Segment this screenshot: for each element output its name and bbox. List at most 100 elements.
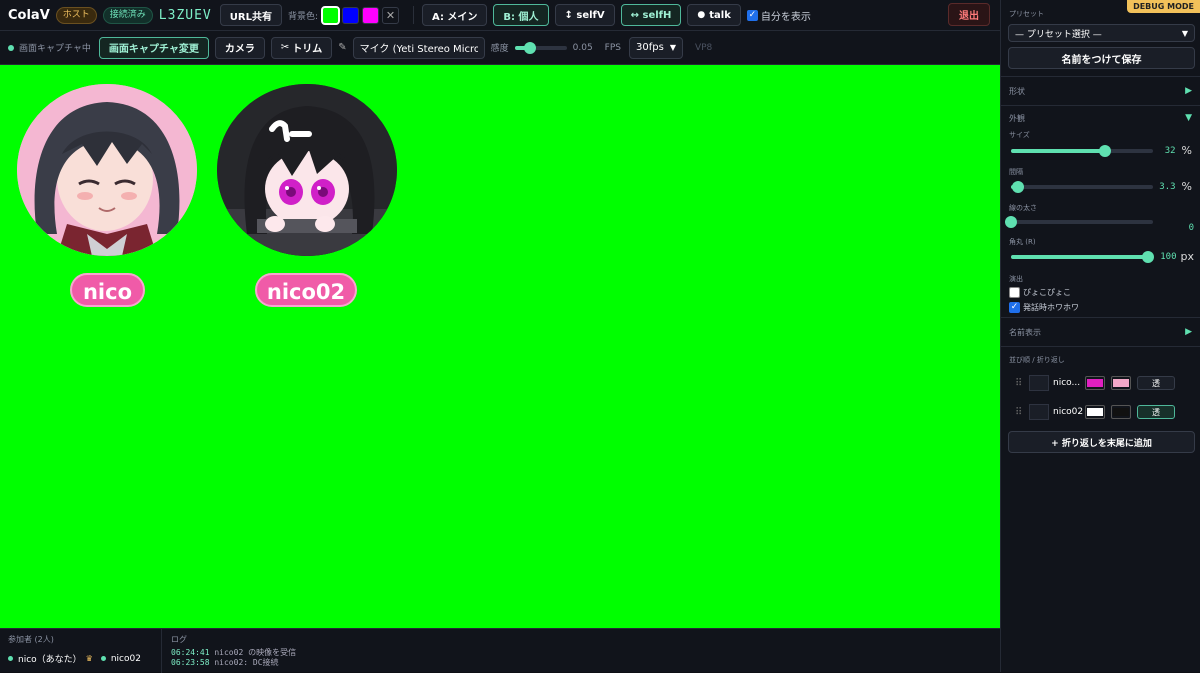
video-stage: nico nico02 bbox=[0, 65, 1000, 628]
preset-select[interactable]: — プリセット選択 — ▼ bbox=[1008, 24, 1195, 42]
gap-unit: % bbox=[1181, 180, 1192, 193]
fps-select[interactable]: 30fps ▼ bbox=[629, 36, 683, 59]
order-row[interactable]: ⠿ nico... 透 bbox=[1015, 374, 1175, 392]
name-display-section[interactable]: 名前表示 ▶ bbox=[1001, 318, 1200, 347]
preset-select-value: — プリセット選択 — bbox=[1015, 29, 1102, 40]
avatar-nico bbox=[17, 84, 197, 256]
codec-label: VP8 bbox=[694, 42, 713, 53]
capture-toolbar: 画面キャプチャ中 画面キャプチャ変更 カメラ ✂ トリム ✎ マイク (Yeti … bbox=[0, 31, 1000, 65]
shape-section[interactable]: 形状 ▶ bbox=[1001, 77, 1200, 106]
settings-sidebar: DEBUG MODE プリセット — プリセット選択 — ▼ 名前をつけて保存 形… bbox=[1000, 0, 1200, 672]
slider-fill bbox=[1011, 255, 1148, 259]
drag-handle-icon[interactable]: ⠿ bbox=[1015, 407, 1029, 418]
gap-label: 間隔 bbox=[1009, 168, 1023, 176]
sensitivity-slider[interactable] bbox=[514, 41, 567, 54]
self-v-button[interactable]: ↕ selfV bbox=[554, 4, 615, 26]
speak-effect-checkbox[interactable]: ✓ 発話時ホワホワ bbox=[1009, 302, 1079, 313]
row-color-2-swatch[interactable] bbox=[1111, 376, 1131, 390]
slider-knob[interactable] bbox=[1012, 181, 1025, 193]
radius-slider[interactable] bbox=[1011, 251, 1154, 263]
radius-unit: px bbox=[1180, 250, 1195, 263]
connection-status-badge: 接続済み bbox=[102, 6, 153, 24]
shape-label: 形状 bbox=[1009, 86, 1025, 96]
slider-knob[interactable] bbox=[1005, 216, 1017, 228]
swatch-fill bbox=[1113, 408, 1129, 416]
row-color-2-swatch[interactable] bbox=[1111, 405, 1131, 419]
appearance-header[interactable]: 外観 ▼ bbox=[1009, 106, 1192, 130]
gap-slider[interactable] bbox=[1011, 181, 1153, 193]
slider-knob[interactable] bbox=[524, 41, 537, 54]
show-self-checkbox[interactable]: ✓ 自分を表示 bbox=[746, 8, 811, 23]
add-wrap-button[interactable]: + 折り返しを末尾に追加 bbox=[1008, 431, 1195, 453]
speak-effect-label: 発話時ホワホワ bbox=[1023, 303, 1079, 312]
gap-value: 3.3 bbox=[1159, 181, 1176, 192]
bg-color-magenta-swatch[interactable] bbox=[362, 6, 380, 24]
size-slider[interactable] bbox=[1011, 145, 1153, 157]
log-message: nico02 の映像を受信 bbox=[214, 648, 297, 657]
mic-select[interactable]: マイク (Yeti Stereo Microphone bbox=[352, 36, 485, 59]
size-value: 32 bbox=[1164, 145, 1176, 156]
online-dot-icon bbox=[8, 656, 13, 661]
order-label: 並び順 / 折り返し bbox=[1009, 356, 1065, 364]
crown-icon: ♛ bbox=[85, 654, 93, 663]
order-section: 並び順 / 折り返し ⠿ nico... 透 ⠿ nico02 透 + 折り返し… bbox=[1001, 347, 1200, 463]
border-width-slider[interactable] bbox=[1005, 216, 1153, 228]
log-line: 06:23:58 nico02: DC接続 bbox=[171, 658, 296, 668]
name-display-label: 名前表示 bbox=[1009, 327, 1041, 337]
avatar-nico02 bbox=[217, 84, 397, 256]
trim-button[interactable]: ✂ トリム bbox=[270, 36, 333, 59]
swatch-fill bbox=[1087, 379, 1103, 387]
bounce-effect-checkbox[interactable]: ぴょこぴょこ bbox=[1009, 287, 1071, 298]
log-time: 06:23:58 bbox=[171, 658, 210, 667]
avatar-nametag-nico02: nico02 bbox=[255, 273, 357, 307]
mic-select-value: マイク (Yeti Stereo Microphone bbox=[359, 44, 478, 55]
chevron-down-icon: ▼ bbox=[1181, 28, 1188, 38]
radius-label: 角丸 (R) bbox=[1009, 238, 1036, 246]
log-message: nico02: DC接続 bbox=[214, 658, 279, 667]
talk-button[interactable]: ● talk bbox=[687, 4, 741, 26]
mode-b-personal-button[interactable]: B: 個人 bbox=[493, 4, 549, 26]
row-color-1-swatch[interactable] bbox=[1085, 376, 1105, 390]
speech-bubble-icon: ● bbox=[697, 10, 706, 20]
share-url-button[interactable]: URL共有 bbox=[219, 4, 282, 26]
participant-item[interactable]: nico（あなた） bbox=[18, 652, 82, 665]
row-thumbnail bbox=[1029, 404, 1049, 420]
bounce-effect-label: ぴょこぴょこ bbox=[1023, 288, 1071, 297]
sensitivity-value: 0.05 bbox=[572, 42, 593, 53]
fps-select-value: 30fps bbox=[636, 42, 664, 53]
drag-handle-icon[interactable]: ⠿ bbox=[1015, 378, 1029, 389]
camera-button[interactable]: カメラ bbox=[214, 36, 265, 59]
row-transparent-button[interactable]: 透 bbox=[1137, 376, 1175, 390]
row-transparent-button[interactable]: 透 bbox=[1137, 405, 1175, 419]
avatar-nico-image bbox=[17, 84, 197, 256]
top-toolbar: ColaV ホスト 接続済み L3ZUEV URL共有 背景色: ✕ A: メイ… bbox=[0, 0, 1000, 31]
row-color-1-swatch[interactable] bbox=[1085, 405, 1105, 419]
change-capture-button[interactable]: 画面キャプチャ変更 bbox=[98, 36, 209, 59]
slider-fill bbox=[1011, 149, 1105, 153]
capture-status-label: 画面キャプチャ中 bbox=[19, 44, 91, 54]
border-width-value: 0 bbox=[1188, 223, 1194, 233]
slider-knob[interactable] bbox=[1098, 145, 1111, 157]
mic-icon: ✎ bbox=[338, 42, 347, 53]
bg-color-blue-swatch[interactable] bbox=[342, 6, 360, 24]
avatar-nico02-image bbox=[217, 84, 397, 256]
checkbox-unchecked-icon bbox=[1009, 287, 1020, 298]
slider-knob[interactable] bbox=[1142, 251, 1154, 263]
bg-color-label: 背景色: bbox=[287, 11, 319, 22]
exit-button[interactable]: 退出 bbox=[948, 3, 990, 26]
save-preset-button[interactable]: 名前をつけて保存 bbox=[1008, 47, 1195, 69]
triangle-right-icon: ▶ bbox=[1185, 327, 1192, 337]
row-name: nico... bbox=[1053, 378, 1081, 388]
bg-clear-button[interactable]: ✕ bbox=[382, 6, 400, 24]
mode-a-main-button[interactable]: A: メイン bbox=[422, 4, 488, 26]
log-panel: ログ 06:24:41 nico02 の映像を受信 06:23:58 nico0… bbox=[171, 634, 296, 668]
bg-color-green-swatch[interactable] bbox=[321, 5, 341, 25]
scissors-icon: ✂ bbox=[280, 42, 290, 53]
host-badge: ホスト bbox=[55, 6, 97, 24]
participant-list: nico（あなた） ♛ nico02 bbox=[8, 652, 141, 665]
self-h-button[interactable]: ↔ selfH bbox=[620, 4, 682, 26]
preset-label: プリセット bbox=[1009, 10, 1044, 18]
appearance-section: 外観 ▼ サイズ 32% 間隔 3.3% 線の太さ 0 角丸 (R) 100 px … bbox=[1001, 106, 1200, 318]
participant-item[interactable]: nico02 bbox=[111, 654, 141, 664]
order-row[interactable]: ⠿ nico02 透 bbox=[1015, 403, 1175, 421]
